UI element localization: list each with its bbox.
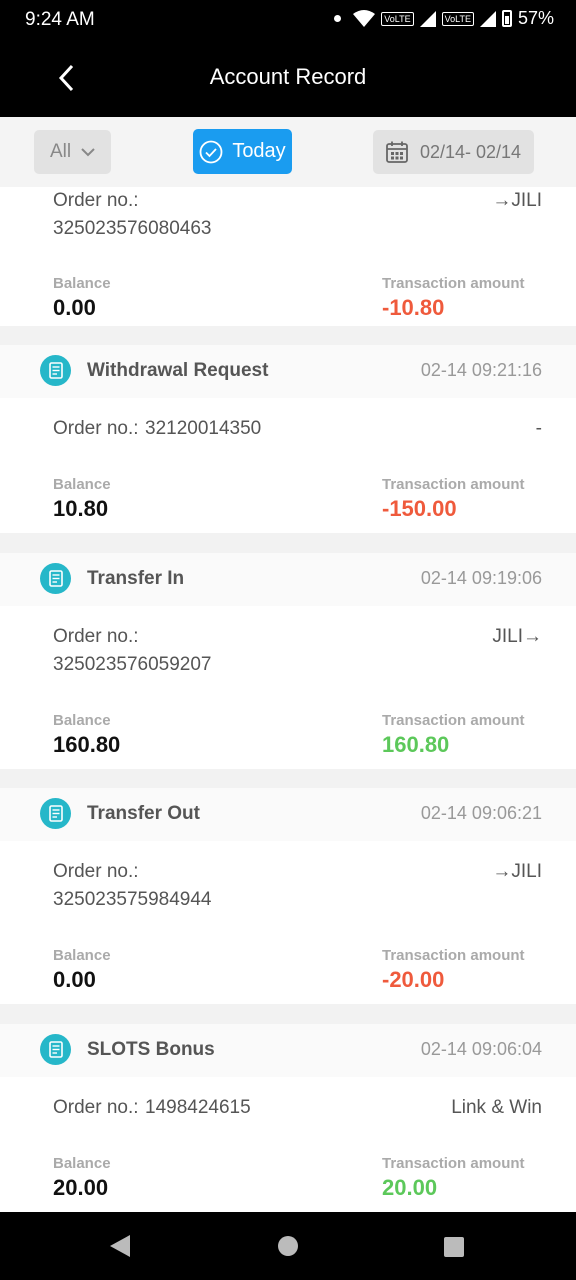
record-type: Transfer Out: [87, 803, 200, 824]
record-card[interactable]: Order no.: 325023576080463 →JILI Balance…: [0, 187, 576, 326]
order-number: 1498424615: [145, 1097, 251, 1118]
balance-label: Balance: [53, 947, 111, 964]
chevron-down-icon: [81, 147, 95, 156]
signal-icon-1: [419, 10, 436, 27]
order-label: Order no.:: [53, 418, 139, 439]
record-header: Transfer Out 02-14 09:06:21: [0, 788, 576, 841]
nav-home-icon[interactable]: [278, 1236, 298, 1256]
order-number: 325023576059207: [53, 654, 212, 675]
page-title: Account Record: [209, 64, 367, 89]
today-filter-label: Today: [232, 140, 286, 162]
record-card[interactable]: Withdrawal Request 02-14 09:21:16 Order …: [0, 345, 576, 533]
balance-value: 10.80: [53, 496, 109, 521]
amount-label: Transaction amount: [382, 1155, 525, 1172]
record-header: Withdrawal Request 02-14 09:21:16: [0, 345, 576, 398]
order-number: 32120014350: [145, 418, 262, 439]
order-label: Order no.:: [53, 1097, 139, 1118]
calendar-icon: [386, 141, 408, 163]
balance-value: 20.00: [53, 1175, 109, 1200]
order-note: -: [535, 418, 542, 439]
date-range-picker[interactable]: 02/14- 02/14: [373, 130, 534, 174]
record-card[interactable]: SLOTS Bonus 02-14 09:06:04 Order no.: 14…: [0, 1024, 576, 1212]
receipt-icon: [40, 1034, 71, 1065]
volte-badge-1: VoLTE: [381, 11, 414, 26]
order-note: Link & Win: [451, 1097, 542, 1118]
status-bar: 9:24 AM VoLTE VoLTE 57%: [0, 0, 576, 40]
amount-label: Transaction amount: [382, 476, 525, 493]
date-range-value: 02/14- 02/14: [419, 141, 522, 162]
status-icons: VoLTE VoLTE 57%: [334, 8, 554, 29]
wifi-icon: [353, 9, 376, 27]
amount-value: 160.80: [382, 732, 450, 757]
check-circle-icon: [199, 140, 223, 163]
order-label: Order no.:: [53, 861, 139, 882]
signal-icon-2: [479, 10, 496, 27]
order-number: 325023576080463: [53, 218, 212, 239]
balance-value: 0.00: [53, 967, 96, 992]
battery-percent: 57%: [517, 8, 554, 28]
balance-label: Balance: [53, 712, 111, 729]
balance-label: Balance: [53, 275, 111, 292]
record-time: 02-14 09:21:16: [420, 360, 542, 380]
amount-value: -10.80: [382, 295, 445, 320]
amount-label: Transaction amount: [382, 712, 525, 729]
balance-value: 160.80: [53, 732, 121, 757]
amount-value: 20.00: [382, 1175, 438, 1200]
type-filter-dropdown[interactable]: All: [34, 130, 111, 174]
balance-value: 0.00: [53, 295, 96, 320]
record-time: 02-14 09:06:21: [420, 803, 542, 823]
status-time: 9:24 AM: [25, 9, 95, 30]
record-card[interactable]: Transfer Out 02-14 09:06:21 Order no.: 3…: [0, 788, 576, 1004]
nav-recents-icon[interactable]: [444, 1237, 464, 1257]
record-type: Transfer In: [87, 568, 185, 589]
notification-dot-icon: [334, 15, 342, 22]
order-label: Order no.:: [53, 626, 139, 647]
record-type: Withdrawal Request: [87, 360, 269, 381]
today-filter-button[interactable]: Today: [193, 129, 292, 174]
volte-badge-2: VoLTE: [441, 11, 474, 26]
filter-bar: All Today 02/14- 02/14: [0, 117, 576, 187]
balance-label: Balance: [53, 476, 111, 493]
receipt-icon: [40, 355, 71, 386]
order-note: →JILI: [492, 861, 542, 882]
nav-back-icon[interactable]: [110, 1235, 130, 1257]
order-number: 325023575984944: [53, 889, 212, 910]
amount-label: Transaction amount: [382, 275, 525, 292]
receipt-icon: [40, 563, 71, 594]
record-time: 02-14 09:06:04: [420, 1039, 542, 1059]
type-filter-value: All: [49, 141, 72, 162]
order-label: Order no.:: [53, 190, 139, 211]
record-type: SLOTS Bonus: [87, 1039, 215, 1060]
amount-label: Transaction amount: [382, 947, 525, 964]
record-header: SLOTS Bonus 02-14 09:06:04: [0, 1024, 576, 1077]
amount-value: -20.00: [382, 967, 445, 992]
receipt-icon: [40, 798, 71, 829]
balance-label: Balance: [53, 1155, 111, 1172]
record-time: 02-14 09:19:06: [420, 568, 542, 588]
battery-icon: [501, 10, 512, 27]
record-header: Transfer In 02-14 09:19:06: [0, 553, 576, 606]
amount-value: -150.00: [382, 496, 457, 521]
order-note: →JILI: [492, 190, 542, 211]
record-list[interactable]: Order no.: 325023576080463 →JILI Balance…: [0, 187, 576, 1212]
record-card[interactable]: Transfer In 02-14 09:19:06 Order no.: 32…: [0, 553, 576, 769]
system-nav-bar: [0, 1212, 576, 1280]
app-bar: Account Record: [0, 40, 576, 117]
order-note: JILI→: [492, 626, 542, 647]
